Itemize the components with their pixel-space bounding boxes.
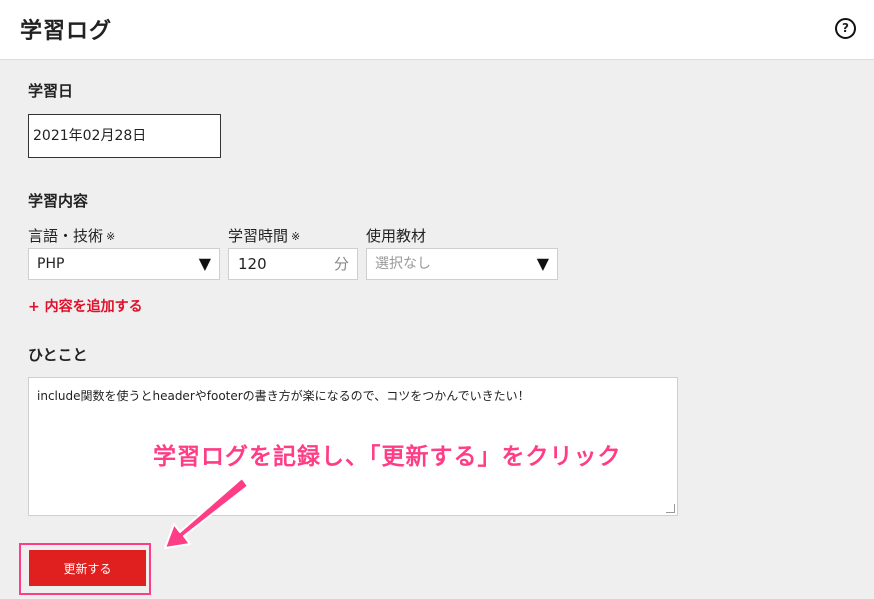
language-label-text: 言語・技術 xyxy=(28,227,104,245)
update-button[interactable]: 更新する xyxy=(29,550,146,586)
page-title: 学習ログ xyxy=(20,19,113,44)
content-section-label: 学習内容 xyxy=(28,192,89,210)
time-unit: 分 xyxy=(333,255,349,273)
required-mark: ※ xyxy=(291,230,301,243)
language-label: 言語・技術 ※ xyxy=(28,225,115,246)
dropdown-arrow-icon: ▼ xyxy=(198,254,211,273)
material-select[interactable]: 選択なし ▼ xyxy=(366,248,558,280)
annotation-arrow-icon xyxy=(164,477,249,549)
time-label: 学習時間 ※ xyxy=(228,225,300,246)
dropdown-arrow-icon: ▼ xyxy=(536,254,549,273)
comment-text: include関数を使うとheaderやfooterの書き方が楽になるので、コツ… xyxy=(37,389,530,403)
date-field[interactable]: 2021年02月28日 xyxy=(28,114,221,158)
resize-handle-icon[interactable] xyxy=(666,504,675,513)
comment-label: ひとこと xyxy=(28,346,88,364)
app-header: 学習ログ ? xyxy=(0,0,874,60)
time-label-text: 学習時間 xyxy=(228,227,289,245)
language-select[interactable]: PHP ▼ xyxy=(28,248,220,280)
help-circle-icon[interactable]: ? xyxy=(835,18,856,39)
annotation-callout: 学習ログを記録し、「更新する」をクリック xyxy=(153,444,622,470)
time-input[interactable]: 120 分 xyxy=(228,248,358,280)
date-label: 学習日 xyxy=(28,82,74,100)
material-placeholder: 選択なし xyxy=(375,256,431,272)
language-selected-value: PHP xyxy=(37,256,65,272)
add-content-link[interactable]: + 内容を追加する xyxy=(28,296,143,316)
required-mark: ※ xyxy=(106,230,116,243)
material-label: 使用教材 xyxy=(366,227,427,245)
time-value: 120 xyxy=(238,255,267,273)
